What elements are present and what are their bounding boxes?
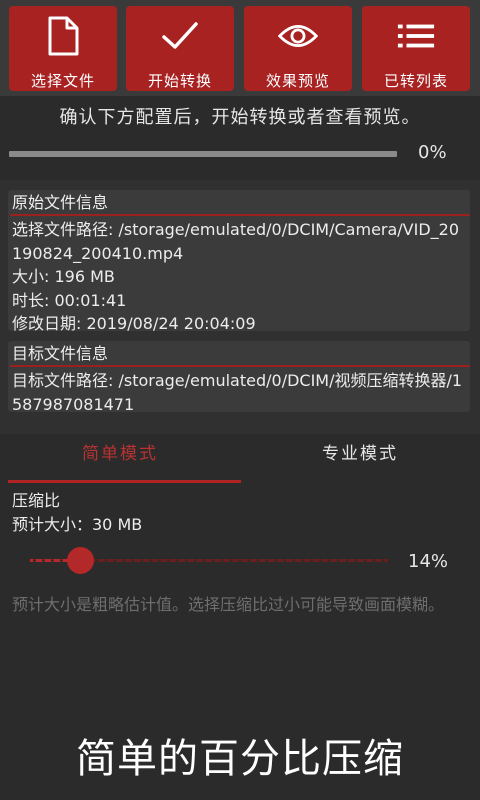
progress-percent: 0% <box>418 142 447 163</box>
source-file-card: 原始文件信息 选择文件路径: /storage/emulated/0/DCIM/… <box>8 190 470 333</box>
compression-slider-thumb[interactable] <box>66 547 94 574</box>
compression-slider-value: 14% <box>408 551 449 572</box>
active-tab-indicator <box>8 480 241 483</box>
tab-pro-mode[interactable]: 专业模式 <box>240 436 480 480</box>
title-divider <box>10 214 470 216</box>
source-file-duration: 时长: 00:01:41 <box>12 290 127 310</box>
eye-icon <box>278 16 318 56</box>
source-file-path: 选择文件路径: /storage/emulated/0/DCIM/Camera/… <box>12 220 460 263</box>
select-file-button[interactable]: 选择文件 <box>9 6 117 91</box>
tab-simple-mode[interactable]: 简单模式 <box>0 436 240 480</box>
title-divider <box>10 365 470 367</box>
target-file-card: 目标文件信息 目标文件路径: /storage/emulated/0/DCIM/… <box>8 341 470 414</box>
source-file-title: 原始文件信息 <box>12 193 109 212</box>
estimate-note: 预计大小是粗略估计值。选择压缩比过小可能导致画面模糊。 <box>12 595 445 614</box>
converted-list-button[interactable]: 已转列表 <box>362 6 470 91</box>
source-file-size: 大小: 196 MB <box>12 267 115 286</box>
toolbar: 选择文件 开始转换 效果预览 已转列表 <box>0 0 480 96</box>
conversion-progress-bar <box>9 151 397 157</box>
preview-label: 效果预览 <box>265 72 330 90</box>
converted-list-label: 已转列表 <box>383 72 448 90</box>
file-icon <box>43 16 83 56</box>
promo-caption: 简单的百分比压缩 <box>76 736 404 782</box>
compression-ratio-label: 压缩比 <box>12 491 61 510</box>
select-file-label: 选择文件 <box>30 72 95 90</box>
mode-tabs: 简单模式 专业模式 <box>0 436 480 484</box>
start-convert-label: 开始转换 <box>147 72 212 90</box>
estimated-size-label: 预计大小：30 MB <box>12 515 143 534</box>
check-icon <box>160 16 200 56</box>
target-file-path: 目标文件路径: /storage/emulated/0/DCIM/视频压缩转换器… <box>12 371 463 414</box>
list-icon <box>396 16 436 56</box>
start-convert-button[interactable]: 开始转换 <box>126 6 234 91</box>
source-file-modified: 修改日期: 2019/08/24 20:04:09 <box>12 314 256 333</box>
target-file-title: 目标文件信息 <box>12 344 109 363</box>
instruction-text: 确认下方配置后，开始转换或者查看预览。 <box>59 107 421 128</box>
preview-button[interactable]: 效果预览 <box>244 6 352 91</box>
